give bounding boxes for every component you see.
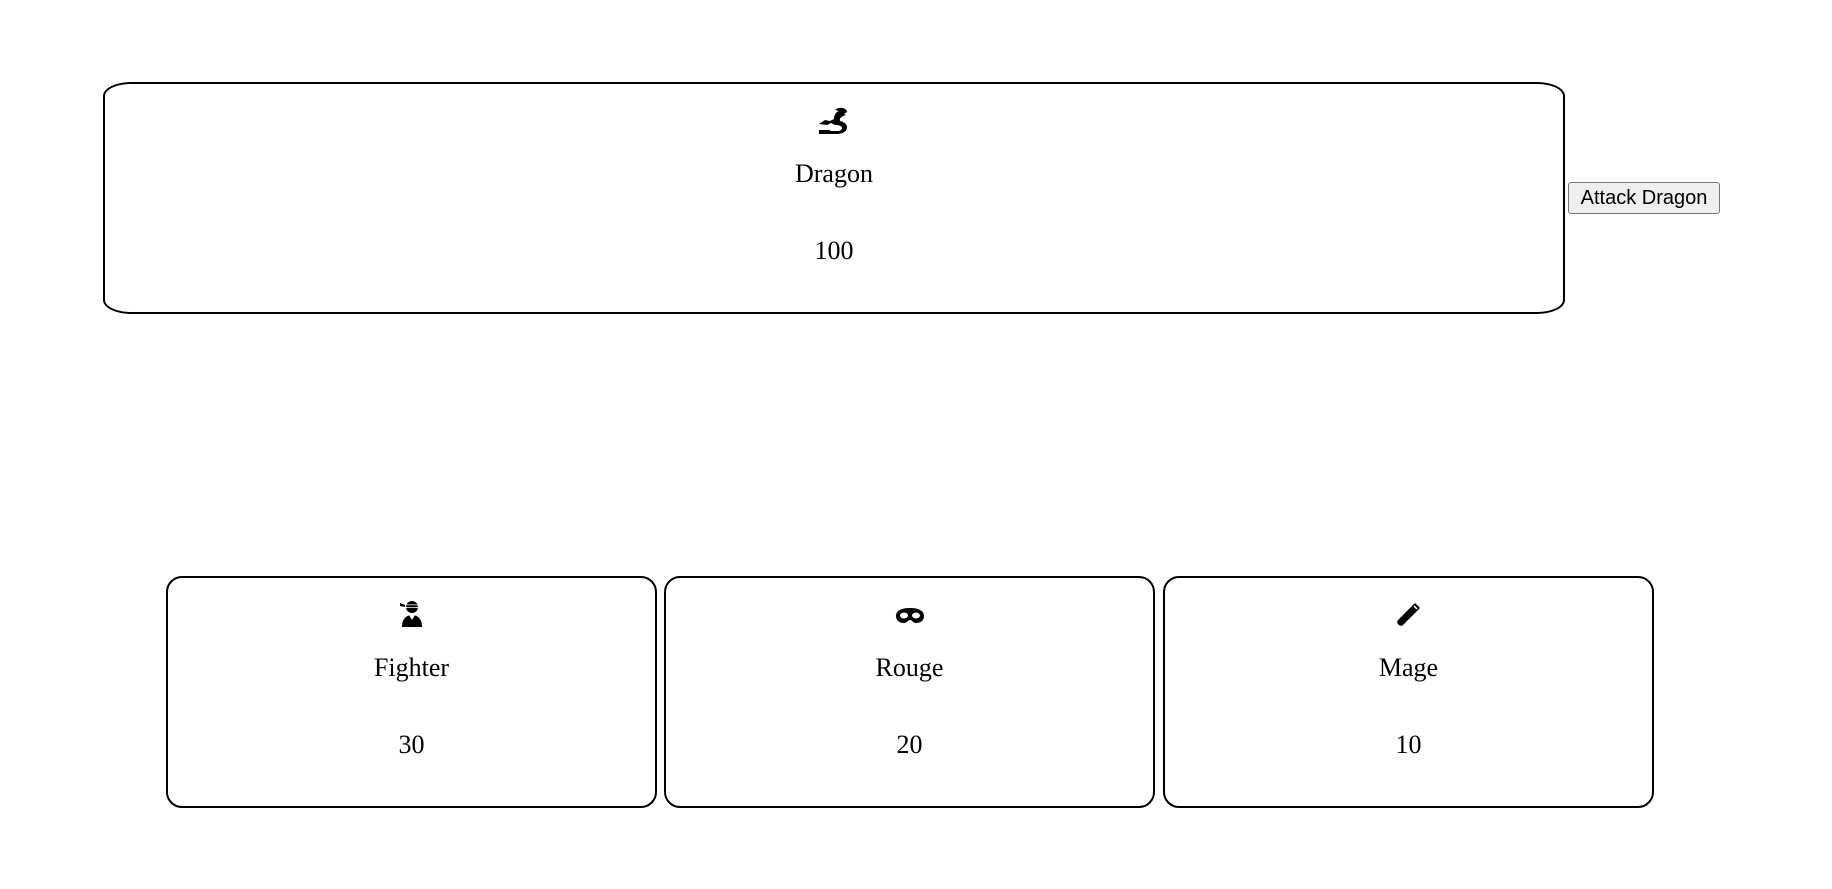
- wand-icon: [1165, 600, 1652, 628]
- hero-hp: 10: [1395, 730, 1422, 759]
- boss-hp: 100: [814, 236, 854, 265]
- boss-name: Dragon: [795, 159, 873, 188]
- mask-icon: [666, 600, 1153, 628]
- dragon-icon: [105, 106, 1563, 136]
- hero-hp: 30: [398, 730, 425, 759]
- boss-card-dragon: Dragon 100: [103, 82, 1565, 314]
- hero-name: Mage: [1378, 653, 1439, 682]
- hero-card-mage: Mage 10: [1163, 576, 1654, 808]
- attack-dragon-button[interactable]: Attack Dragon: [1568, 182, 1720, 214]
- hero-card-rouge: Rouge 20: [664, 576, 1155, 808]
- hero-name: Rouge: [875, 653, 944, 682]
- hero-hp: 20: [896, 730, 923, 759]
- hero-name: Fighter: [373, 653, 450, 682]
- user-ninja-icon: [168, 600, 655, 628]
- hero-card-fighter: Fighter 30: [166, 576, 657, 808]
